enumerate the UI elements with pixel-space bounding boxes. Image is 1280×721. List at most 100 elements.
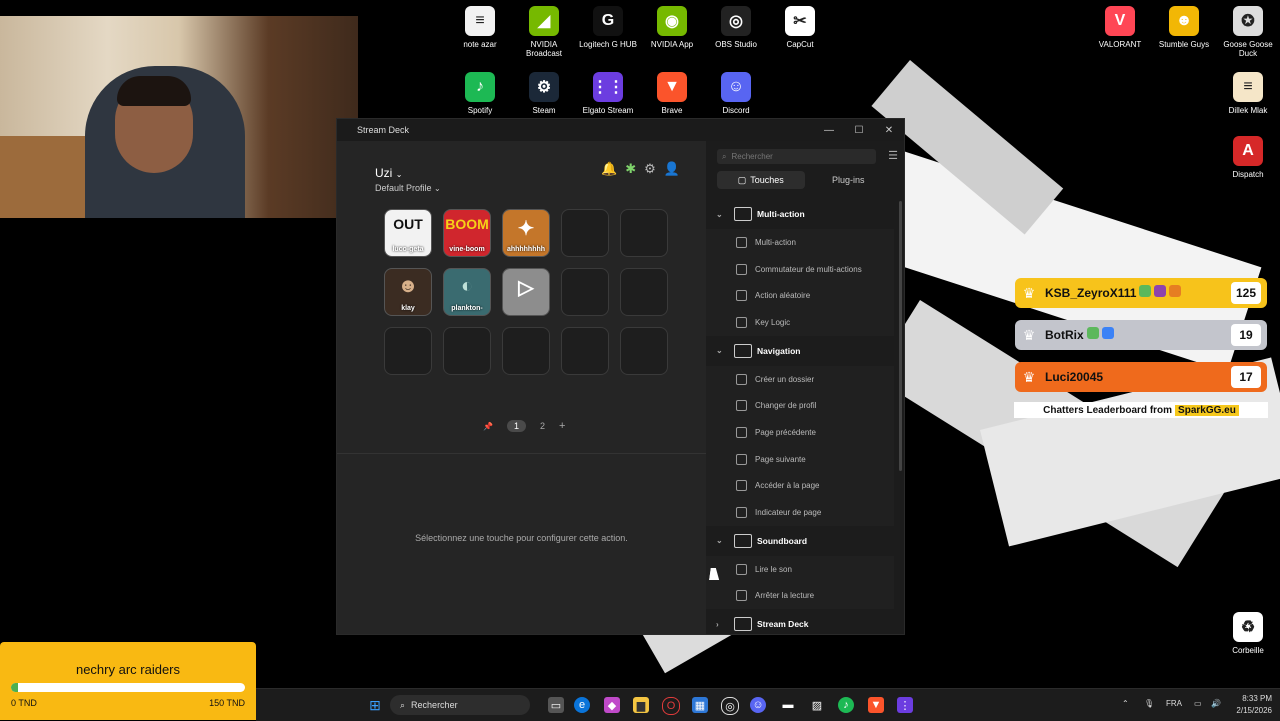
desktop-icon-5[interactable]: ✂ CapCut (768, 6, 832, 49)
action-category[interactable]: ⌄ Soundboard (706, 526, 894, 556)
chat-badge-icon (1169, 285, 1182, 297)
desktop-icon-9[interactable]: ▼ Brave (640, 72, 704, 115)
microphone-icon[interactable]: 🎙 (1144, 699, 1154, 708)
action-item[interactable]: Arrêter la lecture (706, 582, 894, 610)
action-item[interactable]: Lire le son (706, 555, 894, 583)
desktop-icon-10[interactable]: ☺ Discord (704, 72, 768, 115)
desktop-icon-12[interactable]: ☻ Stumble Guys (1152, 6, 1216, 49)
window-title: Stream Deck (357, 125, 410, 135)
discord-icon[interactable]: ☺ (750, 697, 766, 713)
deck-key[interactable] (561, 268, 609, 316)
deck-key[interactable] (502, 327, 550, 375)
page-2-button[interactable]: 2 (540, 421, 545, 431)
action-item[interactable]: Changer de profil (706, 392, 894, 420)
deck-key[interactable] (384, 327, 432, 375)
deck-key[interactable]: OUT luco-geta (384, 209, 432, 257)
action-category[interactable]: › Stream Deck (706, 609, 894, 639)
desktop-icon-2[interactable]: G Logitech G HUB (576, 6, 640, 49)
volume-icon[interactable]: 🔊 (1211, 699, 1221, 708)
brave-icon[interactable]: ▼ (868, 697, 884, 713)
task-view-icon[interactable]: ▭ (548, 697, 564, 713)
clock-date: 2/15/2026 (1236, 706, 1272, 715)
deck-key[interactable]: ✦ ahhhhhhhh (502, 209, 550, 257)
page-1-button[interactable]: 1 (506, 420, 526, 432)
tab-plugins[interactable]: Plug-ins (805, 171, 893, 189)
action-item[interactable]: Commutateur de multi-actions (706, 255, 894, 283)
edge-icon[interactable]: e (574, 697, 590, 713)
account-icon[interactable]: 👤 (664, 161, 680, 177)
deck-key[interactable] (620, 327, 668, 375)
search-input[interactable]: ⌕ Rechercher (717, 149, 876, 164)
office-icon[interactable]: ◆ (604, 697, 620, 713)
desktop-icon-8[interactable]: ⋮⋮ Elgato Stream (576, 72, 640, 115)
opera-icon[interactable]: O (662, 697, 680, 715)
language-indicator[interactable]: FRA (1166, 699, 1182, 708)
action-item[interactable]: Page précédente (706, 419, 894, 446)
desktop-icon-7[interactable]: ⚙ Steam (512, 72, 576, 115)
deck-key[interactable] (561, 327, 609, 375)
capcut-icon: ✂ (785, 6, 815, 36)
elgato-stream-deck-icon[interactable]: ⋮ (897, 697, 913, 713)
spotify-icon[interactable]: ♪ (838, 697, 854, 713)
file-explorer-icon[interactable]: ▆ (633, 697, 649, 713)
action-item[interactable]: Indicateur de page (706, 499, 894, 526)
minimize-button[interactable]: — (814, 125, 844, 136)
close-button[interactable]: ✕ (874, 125, 904, 136)
scrollbar[interactable] (899, 201, 902, 471)
desktop-icon-11[interactable]: V VALORANT (1088, 6, 1152, 49)
add-page-button[interactable]: + (559, 420, 565, 432)
app-icon[interactable]: ▨ (809, 697, 825, 713)
category-name: Soundboard (757, 535, 808, 546)
key-grid: OUT luco-geta BOOM vine-boom ✦ ahhhhhhhh ☻ klay… (384, 209, 668, 375)
action-item[interactable]: Page suivante (706, 445, 894, 473)
chrome-icon[interactable]: ◎ (721, 697, 739, 715)
action-category[interactable]: ⌄ Navigation (706, 336, 894, 366)
list-view-icon[interactable]: ☰ (888, 149, 898, 162)
gear-icon[interactable]: ⚙ (644, 161, 656, 177)
tab-touches[interactable]: ▢ Touches (717, 171, 805, 189)
desktop-icon-13[interactable]: ✪ Goose Goose Duck (1216, 6, 1280, 58)
tray-overflow-icon[interactable]: ⌃ (1122, 699, 1129, 708)
goose-duck-icon: ✪ (1233, 6, 1263, 36)
deck-key[interactable] (620, 209, 668, 257)
network-icon[interactable]: ▭ (1194, 699, 1202, 708)
desktop-icon-15[interactable]: A Dispatch (1216, 136, 1280, 179)
spotify-icon: ♪ (465, 72, 495, 102)
nvidia-broadcast-icon: ◢ (529, 6, 559, 36)
marketplace-icon[interactable]: ✱ (625, 161, 636, 177)
key-title: plankton- (451, 305, 483, 312)
deck-key[interactable] (620, 268, 668, 316)
bell-icon[interactable]: 🔔 (601, 161, 617, 177)
app-icon[interactable]: ▬ (780, 697, 796, 713)
maximize-button[interactable]: ☐ (844, 125, 874, 136)
action-item[interactable]: Accéder à la page (706, 472, 894, 500)
store-icon[interactable]: ▦ (692, 697, 708, 713)
deck-key[interactable]: ◐ plankton- (443, 268, 491, 316)
action-item[interactable]: Key Logic (706, 309, 894, 336)
desktop-icon-label: Discord (722, 106, 750, 115)
desktop-icon-1[interactable]: ◢ NVIDIA Broadcast (512, 6, 576, 58)
action-icon (736, 590, 747, 602)
desktop-icon-4[interactable]: ◎ OBS Studio (704, 6, 768, 49)
pin-icon[interactable]: 📌 (483, 422, 493, 431)
action-category[interactable]: ⌄ Multi-action (706, 199, 894, 229)
deck-key[interactable]: ☻ klay (384, 268, 432, 316)
action-item[interactable]: Multi-action (706, 229, 894, 256)
profile-selector[interactable]: Uzi ⌄ (375, 166, 402, 180)
deck-key[interactable]: ▷ (502, 268, 550, 316)
desktop-icon-14[interactable]: ≡ Dillek Mlak (1216, 72, 1280, 115)
device-profile-selector[interactable]: Default Profile ⌄ (375, 183, 441, 193)
desktop-icon-0[interactable]: ≡ note azar (448, 6, 512, 49)
recycle-bin-icon: ♻ (1233, 612, 1263, 642)
action-item[interactable]: Action aléatoire (706, 282, 894, 310)
desktop-icon-6[interactable]: ♪ Spotify (448, 72, 512, 115)
desktop-icon-16[interactable]: ♻ Corbeille (1216, 612, 1280, 655)
deck-key[interactable] (443, 327, 491, 375)
windows-start-icon[interactable]: ⊞ (367, 697, 383, 713)
clock[interactable]: 8:33 PM 2/15/2026 (1236, 693, 1272, 717)
desktop-icon-3[interactable]: ◉ NVIDIA App (640, 6, 704, 49)
deck-key[interactable] (561, 209, 609, 257)
action-item[interactable]: Créer un dossier (706, 365, 894, 393)
deck-key[interactable]: BOOM vine-boom (443, 209, 491, 257)
taskbar-search[interactable]: ⌕ Rechercher (390, 695, 530, 715)
